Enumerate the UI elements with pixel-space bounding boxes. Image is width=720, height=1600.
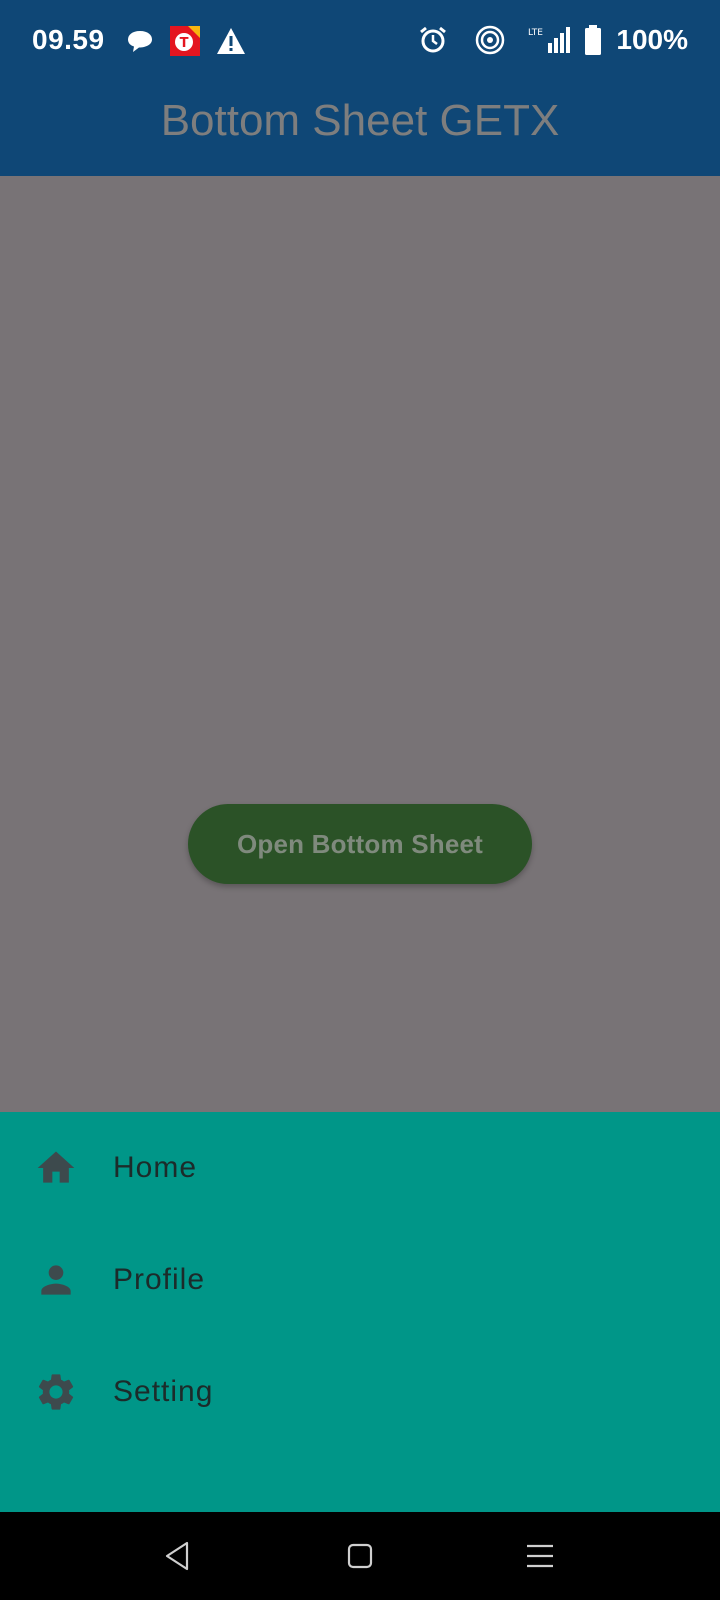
sheet-item-label: Home [113, 1151, 198, 1184]
notification-icons: T [126, 24, 246, 58]
system-status-icons: LTE 100% [418, 22, 688, 58]
network-label: LTE [528, 28, 543, 38]
hotspot-icon [476, 25, 505, 55]
home-square-icon[interactable] [340, 1536, 380, 1576]
status-time: 09.59 [32, 24, 105, 55]
sheet-item-home[interactable]: Home [0, 1112, 720, 1224]
home-icon [37, 1151, 75, 1183]
app-bar: Bottom Sheet GETX [0, 82, 720, 176]
svg-text:T: T [180, 36, 189, 51]
sheet-item-label: Setting [113, 1375, 214, 1408]
lte-signal-icon: LTE [528, 27, 571, 53]
battery-percentage: 100% [616, 24, 688, 55]
chat-bubble-icon [128, 31, 152, 52]
back-icon[interactable] [157, 1536, 197, 1576]
gear-icon [38, 1374, 74, 1410]
warning-icon [217, 28, 245, 54]
open-bottom-sheet-button[interactable]: Open Bottom Sheet [188, 804, 532, 884]
sheet-item-profile[interactable]: Profile [0, 1224, 720, 1336]
battery-icon [585, 25, 602, 55]
recents-menu-icon[interactable] [520, 1536, 560, 1576]
alarm-icon [420, 26, 447, 53]
system-nav-bar [0, 1512, 720, 1600]
status-bar: 09.59 T LTE 100% [0, 0, 720, 82]
telkomsel-app-icon: T [170, 26, 200, 56]
bottom-sheet: Home Profile Setting [0, 1112, 720, 1512]
person-icon [41, 1265, 71, 1295]
sheet-item-label: Profile [113, 1263, 206, 1296]
page-title: Bottom Sheet GETX [160, 96, 560, 145]
sheet-item-setting[interactable]: Setting [0, 1336, 720, 1448]
main-content-scrim[interactable]: Open Bottom Sheet [0, 176, 720, 1112]
